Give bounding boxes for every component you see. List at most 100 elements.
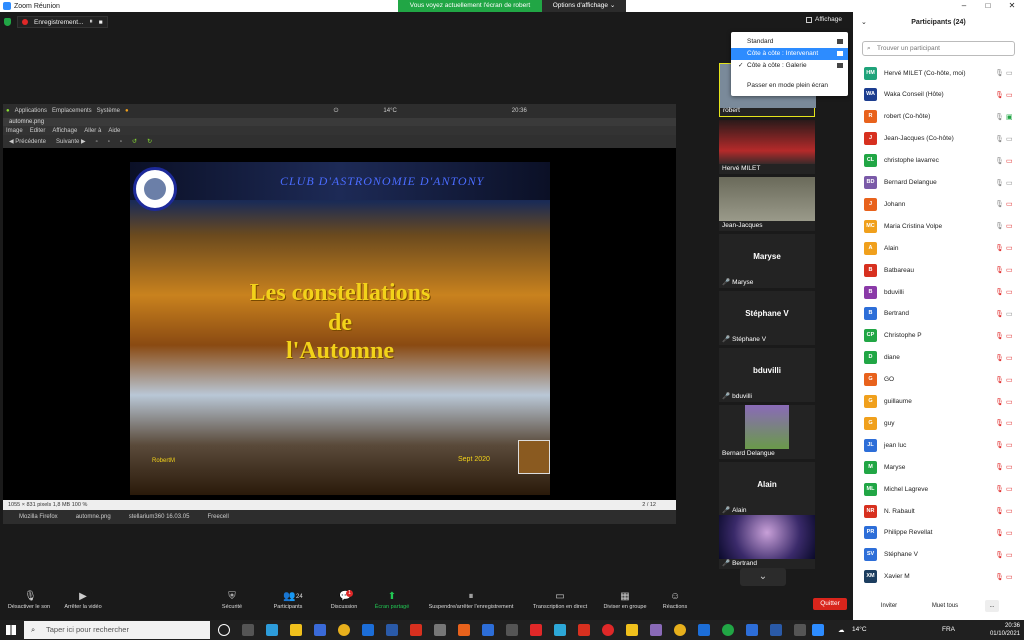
security-button[interactable]: ⛨ Sécurité [214,592,250,611]
video-camera-icon[interactable]: ▭ [1006,69,1013,77]
mute-button[interactable]: 🎙 Désactiver le son [4,592,54,611]
app-icon[interactable] [362,624,374,636]
vlc-icon[interactable] [458,624,470,636]
eog-menu-edit[interactable]: Editer [30,128,46,134]
participant-row[interactable]: PR Philippe Revellat 🎙 ▭ [853,522,1024,544]
participant-row[interactable]: CP Christophe P 🎙 ▭ [853,325,1024,347]
microphone-muted-icon[interactable]: 🎙 [995,332,1004,340]
whatsapp-icon[interactable] [722,624,734,636]
view-menu-side-gallery[interactable]: ✓ Côte à côte : Galerie [731,60,848,72]
video-camera-off-icon[interactable]: ▭ [1006,266,1013,274]
microphone-muted-icon[interactable]: 🎙 [995,463,1004,471]
chrome-icon[interactable] [338,624,350,636]
transcript-button[interactable]: ▭ Transcription en direct [526,592,594,611]
participant-row[interactable]: M Maryse 🎙 ▭ [853,456,1024,478]
video-camera-icon[interactable]: ▭ [1006,135,1013,143]
microphone-muted-icon[interactable]: 🎙 [995,354,1004,362]
firefox-launcher-icon[interactable]: ● [125,108,129,114]
zoom-out-icon[interactable]: ▫ [108,139,110,145]
microphone-muted-icon[interactable]: 🎙 [995,310,1004,318]
app-icon[interactable] [410,624,422,636]
participant-row[interactable]: HM Hervé MILET (Co-hôte, moi) 🎙 ▭ [853,62,1024,84]
reactions-button[interactable]: ☺ Réactions [658,592,692,611]
view-options-button[interactable]: Options d'affichage ⌄ [542,0,626,12]
video-tile[interactable]: Stéphane V 🎤 Stéphane V [719,291,815,345]
view-button[interactable]: Affichage [806,16,842,23]
rotate-right-icon[interactable]: ↻ [147,138,152,145]
eog-menu-view[interactable]: Affichage [52,128,77,134]
invite-button[interactable]: Inviter [873,600,905,612]
participant-row[interactable]: J Johann 🎙 ▭ [853,193,1024,215]
microphone-icon[interactable]: 🎙 [995,135,1004,143]
participant-search-input[interactable]: ⌕ Trouver un participant [862,41,1015,56]
pause-recording-button[interactable]: ⏸ [90,18,93,26]
share-screen-button[interactable]: ⬆ Écran partagé [370,592,414,611]
participant-row[interactable]: G GO 🎙 ▭ [853,369,1024,391]
participant-row[interactable]: Bbduvilli 🎙 ▭ [853,281,1024,303]
rotate-left-icon[interactable]: ↺ [132,138,137,145]
video-camera-off-icon[interactable]: ▭ [1006,485,1013,493]
video-camera-off-icon[interactable]: ▭ [1006,222,1013,230]
eog-menu-image[interactable]: Image [6,128,23,134]
microphone-muted-icon[interactable]: 🎙 [995,419,1004,427]
maximize-button[interactable]: □ [976,0,1000,12]
view-menu-fullscreen[interactable]: Passer en mode plein écran [731,80,848,92]
participant-row[interactable]: Ddiane 🎙 ▭ [853,347,1024,369]
view-menu-side-speaker[interactable]: Côte à côte : Intervenant [731,48,848,60]
taskbar-clock[interactable]: 20:36 01/10/2021 [990,622,1020,638]
participant-row[interactable]: BD Bernard Delangue 🎙 ▭ [853,172,1024,194]
video-camera-off-icon[interactable]: ▭ [1006,376,1013,384]
video-camera-off-icon[interactable]: ▭ [1006,200,1013,208]
app-icon[interactable] [698,624,710,636]
video-camera-off-icon[interactable]: ▭ [1006,332,1013,340]
video-tile[interactable]: Alain 🎤 Alain [719,462,815,516]
task-view-icon[interactable] [242,624,254,636]
video-camera-off-icon[interactable]: ▭ [1006,419,1013,427]
participant-row[interactable]: A Alain 🎙 ▭ [853,237,1024,259]
taskbar-search-input[interactable]: ⌕ Taper ici pour rechercher [24,621,210,639]
linux-task-eog[interactable]: automne.png [76,514,111,520]
linux-task-freecell[interactable]: Freecell [207,514,228,520]
app-icon[interactable] [506,624,518,636]
stop-video-button[interactable]: ▶ Arrêter la vidéo [58,592,108,611]
chrome-icon[interactable] [674,624,686,636]
app-icon[interactable] [434,624,446,636]
linux-task-firefox[interactable]: Mozilla Firefox [19,514,58,520]
previous-image-button[interactable]: ◀ Précédente [9,138,46,145]
eog-menu-help[interactable]: Aide [108,128,120,134]
participant-row[interactable]: CL christophe lavarrec 🎙 ▭ [853,150,1024,172]
participant-row[interactable]: Gguillaume 🎙 ▭ [853,391,1024,413]
mute-all-button[interactable]: Muet tous [925,600,965,612]
app-icon[interactable] [530,624,542,636]
windows-start-icon[interactable] [6,625,16,635]
minimize-button[interactable]: – [952,0,976,12]
taskbar-lang[interactable]: FRA [942,626,955,633]
linux-menu-system[interactable]: Système [97,108,120,114]
word-icon[interactable] [770,624,782,636]
microphone-muted-icon[interactable]: 🎙 [995,485,1004,493]
microphone-muted-icon[interactable]: 🎙 [995,398,1004,406]
video-camera-off-icon[interactable]: ▭ [1006,157,1013,165]
video-tile[interactable]: bduvilli 🎤 bduvilli [719,348,815,402]
video-camera-off-icon[interactable]: ▭ [1006,529,1013,537]
video-tile[interactable]: Hervé MILET [719,120,815,174]
video-camera-off-icon[interactable]: ▭ [1006,551,1013,559]
app-icon[interactable] [578,624,590,636]
microphone-icon[interactable]: 🎙 [995,179,1004,187]
zoom-in-icon[interactable]: ▫ [96,139,98,145]
microphone-muted-icon[interactable]: 🎙 [995,288,1004,296]
participant-row[interactable]: SV Stéphane V 🎙 ▭ [853,544,1024,566]
participant-row[interactable]: XM Xavier M 🎙 ▭ [853,566,1024,588]
close-window-button[interactable]: ✕ [1000,0,1024,12]
linux-task-stellarium[interactable]: stellarium360 16.03.05 [129,514,190,520]
video-tile[interactable]: Jean-Jacques [719,177,815,231]
participant-row[interactable]: B Bertrand 🎙 ▭ [853,303,1024,325]
leave-meeting-button[interactable]: Quitter [813,598,847,610]
view-menu-standard[interactable]: Standard [731,36,848,48]
edge-icon[interactable] [266,624,278,636]
video-tile[interactable]: Maryse 🎤 Maryse [719,234,815,288]
fit-icon[interactable]: ▫ [120,139,122,145]
microphone-muted-icon[interactable]: 🎙 [995,573,1004,581]
video-camera-off-icon[interactable]: ▭ [1006,507,1013,515]
video-camera-off-icon[interactable]: ▭ [1006,463,1013,471]
